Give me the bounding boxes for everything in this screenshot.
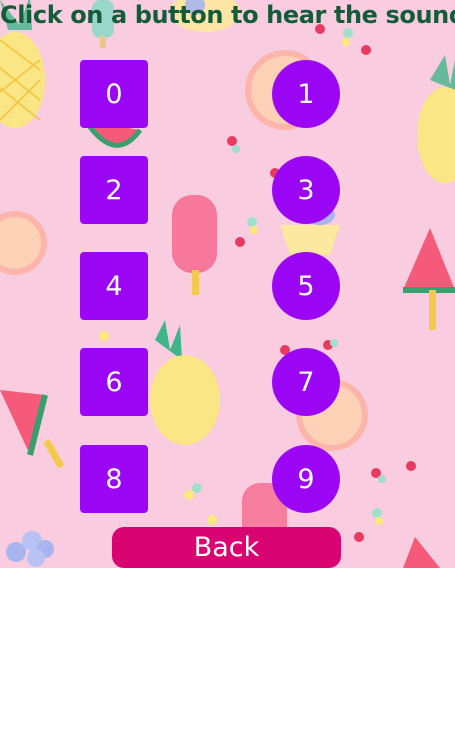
blank-area [0,568,455,746]
fruit-pattern-background [0,0,455,568]
instruction-heading: Click on a button to hear the sound [0,1,455,29]
back-button[interactable]: Back [112,527,341,568]
button-1[interactable]: 1 [272,60,340,128]
button-5[interactable]: 5 [272,252,340,320]
button-0[interactable]: 0 [80,60,148,128]
button-9[interactable]: 9 [272,445,340,513]
button-2[interactable]: 2 [80,156,148,224]
button-7[interactable]: 7 [272,348,340,416]
button-4[interactable]: 4 [80,252,148,320]
game-stage: Click on a button to hear the sound 0 1 … [0,0,455,568]
button-6[interactable]: 6 [80,348,148,416]
button-3[interactable]: 3 [272,156,340,224]
button-8[interactable]: 8 [80,445,148,513]
